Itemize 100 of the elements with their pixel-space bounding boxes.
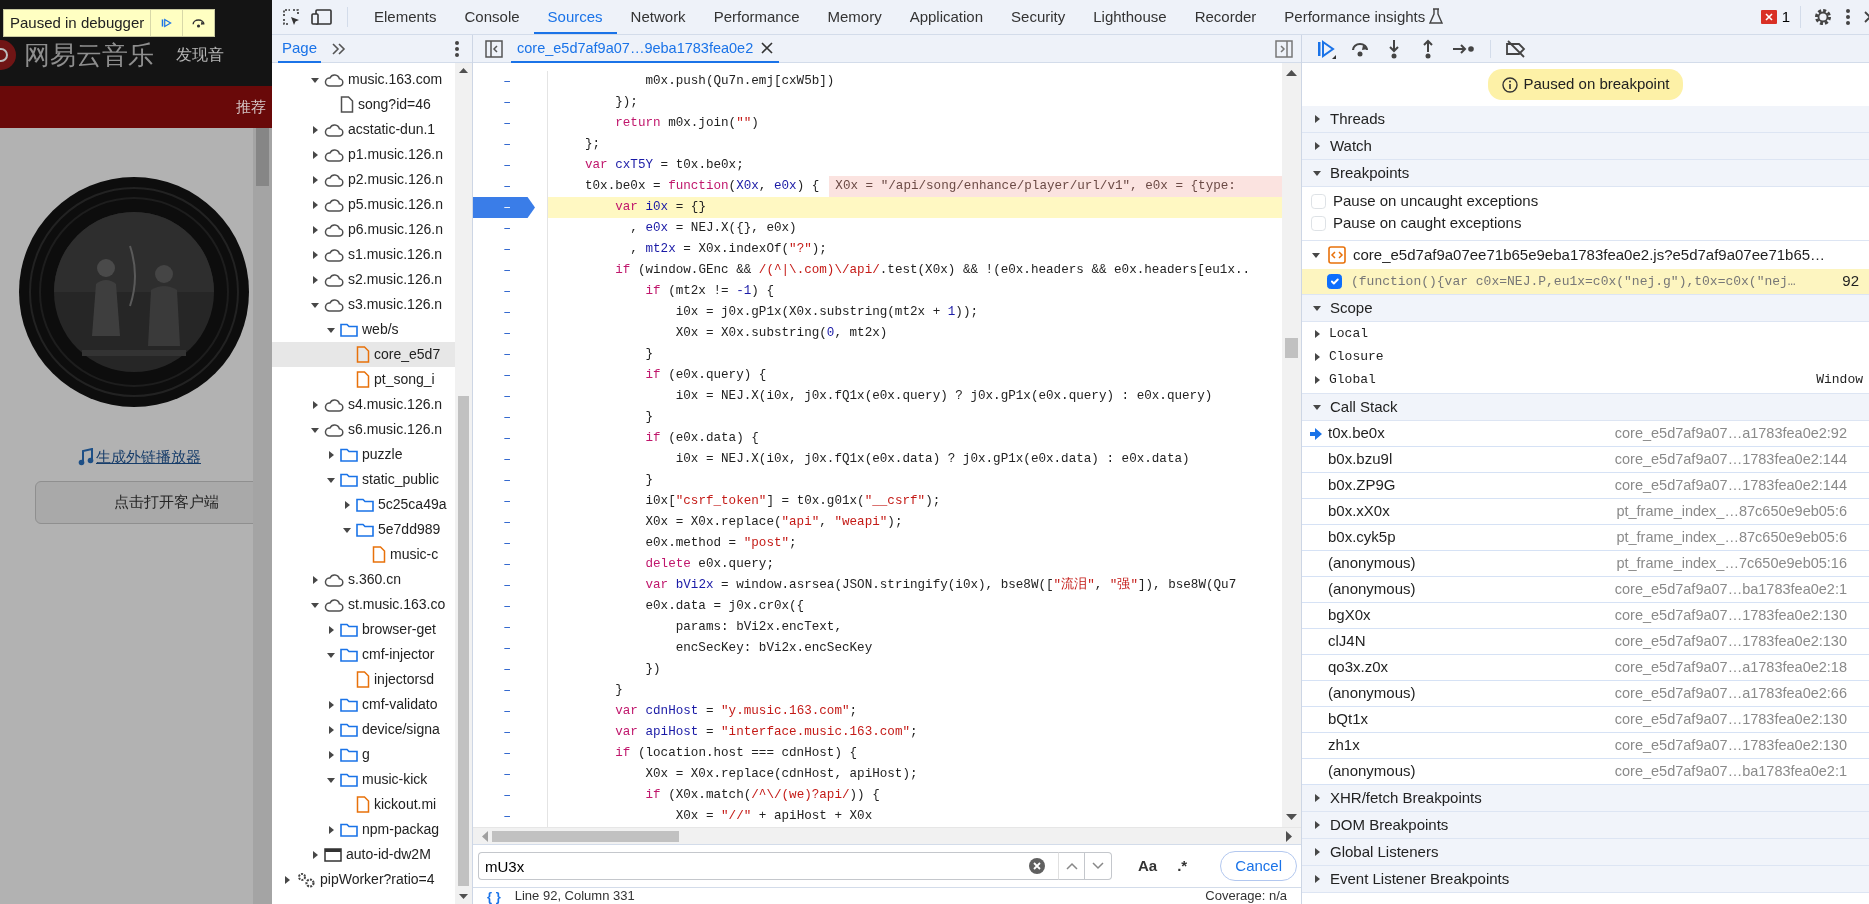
right-triangle-icon[interactable]: [326, 624, 336, 635]
call-frame[interactable]: (anonymous) pt_frame_index_…7c650e9eb05:16: [1302, 551, 1869, 577]
tree-item[interactable]: acstatic-dun.1: [272, 117, 455, 142]
device-toolbar-icon[interactable]: [311, 7, 333, 27]
right-triangle-icon[interactable]: [310, 124, 320, 135]
devtools-tab[interactable]: Recorder: [1180, 0, 1271, 34]
right-triangle-icon[interactable]: [1312, 793, 1322, 803]
section-header[interactable]: Event Listener Breakpoints: [1302, 866, 1869, 893]
scroll-right-arrow-icon[interactable]: [1286, 830, 1293, 842]
regex-button[interactable]: .*: [1167, 854, 1198, 878]
resume-icon[interactable]: [1316, 38, 1336, 59]
tree-item[interactable]: pipWorker?ratio=4: [272, 867, 455, 892]
section-header[interactable]: XHR/fetch Breakpoints: [1302, 785, 1869, 812]
right-triangle-icon[interactable]: [1312, 328, 1322, 339]
breakpoint-marker[interactable]: –: [473, 197, 535, 218]
right-triangle-icon[interactable]: [326, 749, 336, 760]
more-options-icon[interactable]: [454, 39, 460, 58]
call-frame[interactable]: b0x.cyk5p pt_frame_index_…87c650e9eb05:6: [1302, 525, 1869, 551]
scrollbar-thumb[interactable]: [1285, 338, 1298, 358]
down-triangle-icon[interactable]: [1312, 402, 1322, 412]
tree-item[interactable]: st.music.163.co: [272, 592, 455, 617]
section-header[interactable]: Watch: [1302, 133, 1869, 160]
tree-item[interactable]: 5e7dd989: [272, 517, 455, 542]
breakpoint-file[interactable]: core_e5d7af9a07ee71b65e9eba1783fea0e2.js?e5d7af9a07ee71b65…: [1302, 241, 1869, 269]
tree-item[interactable]: p6.music.126.n: [272, 217, 455, 242]
call-frame[interactable]: (anonymous) core_e5d7af9a07…a1783fea0e2:66: [1302, 681, 1869, 707]
devtools-tab[interactable]: Lighthouse: [1079, 0, 1181, 34]
right-triangle-icon[interactable]: [310, 224, 320, 235]
section-header[interactable]: DOM Breakpoints: [1302, 812, 1869, 839]
tree-item[interactable]: npm-packag: [272, 817, 455, 842]
tree-item[interactable]: music.163.com: [272, 67, 455, 92]
scroll-down-arrow-icon[interactable]: [1286, 814, 1297, 821]
right-triangle-icon[interactable]: [326, 449, 336, 460]
checkbox[interactable]: [1327, 274, 1342, 289]
devtools-tab[interactable]: Performance insights: [1270, 0, 1458, 34]
error-counter[interactable]: 1: [1760, 5, 1801, 29]
logo-text[interactable]: 网易云音乐: [24, 40, 154, 70]
tree-item[interactable]: p2.music.126.n: [272, 167, 455, 192]
tree-item[interactable]: cmf-validato: [272, 692, 455, 717]
tree-item[interactable]: music-kick: [272, 767, 455, 792]
devtools-tab[interactable]: Application: [895, 0, 998, 34]
right-triangle-icon[interactable]: [1312, 141, 1322, 151]
tree-item[interactable]: auto-id-dw2M: [272, 842, 455, 867]
devtools-tab[interactable]: Performance: [699, 0, 814, 34]
down-triangle-icon[interactable]: [1311, 250, 1321, 260]
right-triangle-icon[interactable]: [1312, 374, 1322, 385]
section-header[interactable]: Scope: [1302, 295, 1869, 322]
devtools-tab[interactable]: Elements: [360, 0, 451, 34]
right-triangle-icon[interactable]: [310, 249, 320, 260]
tree-item[interactable]: browser-get: [272, 617, 455, 642]
deactivate-breakpoints-icon[interactable]: [1505, 38, 1527, 59]
devtools-tab[interactable]: Network: [616, 0, 700, 34]
scope-item[interactable]: Local: [1302, 322, 1869, 345]
section-header[interactable]: Breakpoints: [1302, 160, 1869, 187]
right-triangle-icon[interactable]: [1312, 114, 1322, 124]
right-triangle-icon[interactable]: [310, 274, 320, 285]
scrollbar-thumb[interactable]: [256, 128, 269, 186]
call-frame[interactable]: bQt1x core_e5d7af9a07…1783fea0e2:130: [1302, 707, 1869, 733]
tree-item[interactable]: device/signa: [272, 717, 455, 742]
scroll-up-arrow-icon[interactable]: [1286, 69, 1297, 76]
call-frame[interactable]: t0x.be0x core_e5d7af9a07…a1783fea0e2:92: [1302, 421, 1869, 447]
tree-item[interactable]: s1.music.126.n: [272, 242, 455, 267]
call-frame[interactable]: b0x.xX0x pt_frame_index_…87c650e9eb05:6: [1302, 499, 1869, 525]
right-triangle-icon[interactable]: [1312, 820, 1322, 830]
tree-item[interactable]: g: [272, 742, 455, 767]
devtools-tab[interactable]: Security: [997, 0, 1080, 34]
section-header[interactable]: Call Stack: [1302, 394, 1869, 421]
tree-item[interactable]: web/s: [272, 317, 455, 342]
call-frame[interactable]: b0x.bzu9l core_e5d7af9a07…1783fea0e2:144: [1302, 447, 1869, 473]
right-triangle-icon[interactable]: [282, 874, 292, 885]
more-tabs-chevron-icon[interactable]: [331, 41, 348, 56]
tree-item[interactable]: s4.music.126.n: [272, 392, 455, 417]
right-triangle-icon[interactable]: [310, 399, 320, 410]
devtools-tab[interactable]: Console: [450, 0, 534, 34]
scroll-up-arrow-icon[interactable]: [459, 67, 468, 73]
sidebar-toggle-icon[interactable]: [485, 39, 503, 58]
nav-link[interactable]: 发现音: [176, 40, 224, 70]
navigator-tab[interactable]: Page: [278, 34, 322, 63]
match-case-button[interactable]: Aa: [1128, 854, 1168, 878]
right-triangle-icon[interactable]: [310, 574, 320, 585]
section-header[interactable]: Global Listeners: [1302, 839, 1869, 866]
tree-item[interactable]: s2.music.126.n: [272, 267, 455, 292]
scope-item[interactable]: Global Window: [1302, 368, 1869, 391]
right-triangle-icon[interactable]: [1312, 351, 1322, 362]
tree-item[interactable]: s6.music.126.n: [272, 417, 455, 442]
devtools-tab[interactable]: Memory: [813, 0, 896, 34]
call-frame[interactable]: zh1x core_e5d7af9a07…1783fea0e2:130: [1302, 733, 1869, 759]
inspect-element-icon[interactable]: [281, 7, 301, 27]
tree-item[interactable]: s3.music.126.n: [272, 292, 455, 317]
tree-item[interactable]: cmf-injector: [272, 642, 455, 667]
right-triangle-icon[interactable]: [326, 824, 336, 835]
tree-item[interactable]: injectorsd: [272, 667, 455, 692]
tree-item[interactable]: s.360.cn: [272, 567, 455, 592]
tree-item[interactable]: core_e5d7: [272, 342, 455, 367]
right-triangle-icon[interactable]: [326, 699, 336, 710]
down-triangle-icon[interactable]: [1312, 168, 1322, 178]
settings-icon[interactable]: [1813, 7, 1833, 27]
scrollbar-thumb[interactable]: [458, 396, 469, 886]
section-header[interactable]: Threads: [1302, 106, 1869, 133]
more-options-icon[interactable]: [1845, 8, 1851, 26]
